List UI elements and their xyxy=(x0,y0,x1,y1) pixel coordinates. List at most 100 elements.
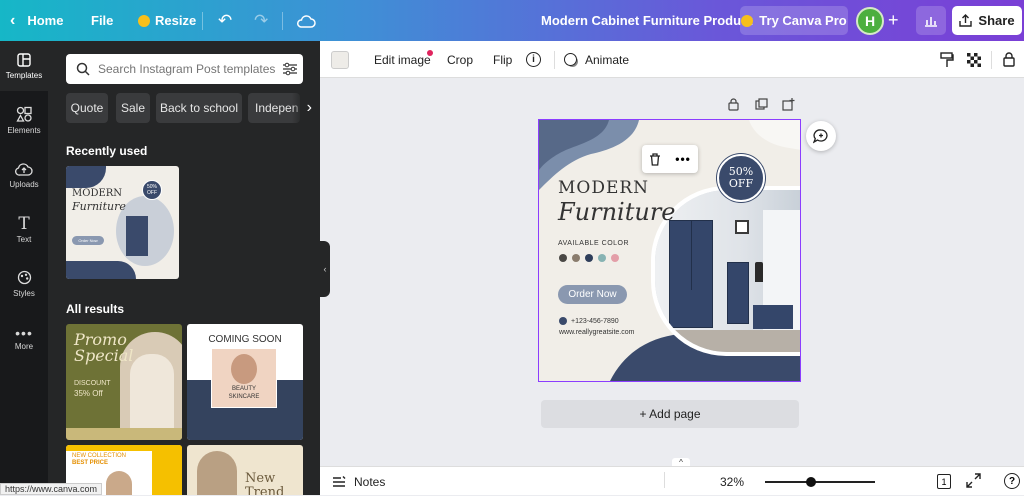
home-button[interactable]: ‹ Home xyxy=(10,0,63,41)
invite-plus-icon[interactable]: + xyxy=(888,0,899,41)
result-text: New xyxy=(245,471,276,486)
zoom-percentage[interactable]: 32% xyxy=(720,467,744,496)
color-swatch xyxy=(572,254,580,262)
cloud-save-icon[interactable] xyxy=(296,0,316,41)
templates-icon xyxy=(17,52,31,67)
insights-button[interactable] xyxy=(916,6,946,35)
filter-icon[interactable] xyxy=(282,62,298,76)
trash-icon[interactable] xyxy=(649,152,661,166)
chip-sale[interactable]: Sale xyxy=(116,93,150,123)
website-text[interactable]: www.reallygreatsite.com xyxy=(559,329,634,336)
notes-label: Notes xyxy=(354,474,386,489)
result-text: BEST PRICE xyxy=(72,460,109,466)
rail-label: Styles xyxy=(13,289,35,298)
template-result[interactable]: COMING SOON BEAUTY SKINCARE xyxy=(187,324,303,440)
edit-image-label: Edit image xyxy=(374,52,431,67)
chevron-left-icon: ‹ xyxy=(10,11,16,29)
zoom-slider-thumb[interactable] xyxy=(806,477,816,487)
share-button[interactable]: Share xyxy=(952,6,1022,35)
duplicate-page-icon[interactable] xyxy=(755,98,768,114)
thumb-button: Order Now xyxy=(72,236,104,245)
element-context-menu: ••• xyxy=(642,145,698,173)
result-text: DISCOUNT xyxy=(74,380,111,387)
search-input[interactable] xyxy=(98,62,278,76)
chip-back-to-school[interactable]: Back to school xyxy=(156,93,242,123)
crown-icon xyxy=(138,14,150,27)
elements-icon xyxy=(16,106,32,122)
design-title[interactable]: MODERN xyxy=(558,178,649,198)
chevron-left-icon: ‹ xyxy=(323,264,327,274)
redo-icon[interactable]: ↷ xyxy=(254,0,268,41)
try-pro-label: Try Canva Pro xyxy=(759,13,847,28)
rail-label: Text xyxy=(16,234,32,244)
result-text: COMING SOON xyxy=(208,334,282,345)
resize-button[interactable]: Resize xyxy=(138,0,196,41)
page-count-button[interactable]: 1 xyxy=(937,474,951,489)
lock-icon[interactable] xyxy=(1003,41,1015,78)
color-swatch-button[interactable] xyxy=(331,51,349,69)
try-canva-pro-button[interactable]: Try Canva Pro xyxy=(740,6,848,35)
recent-template-thumbnail[interactable]: 50% OFF MODERN Furniture Order Now xyxy=(66,166,179,279)
rail-item-styles[interactable]: Styles xyxy=(0,259,48,309)
uploads-icon xyxy=(15,162,33,176)
transparency-icon[interactable] xyxy=(967,41,981,78)
phone-line[interactable]: +123-456-7890 xyxy=(559,317,619,325)
collapse-panel-handle[interactable]: ‹ xyxy=(320,241,330,297)
add-page-button[interactable]: + Add page xyxy=(541,400,799,428)
animate-icon xyxy=(564,53,577,66)
phone-number: +123-456-7890 xyxy=(571,317,619,325)
zoom-slider-track[interactable] xyxy=(765,481,875,483)
copy-style-icon[interactable] xyxy=(940,41,954,78)
left-rail: Templates Elements Uploads T Text Styles… xyxy=(0,41,48,495)
rail-item-templates[interactable]: Templates xyxy=(0,41,48,91)
comment-button[interactable] xyxy=(806,121,836,151)
edit-image-button[interactable]: Edit image xyxy=(374,41,433,78)
rail-item-text[interactable]: T Text xyxy=(0,205,48,255)
comment-icon xyxy=(813,128,828,143)
flip-label: Flip xyxy=(493,52,513,67)
available-color-label[interactable]: AVAILABLE COLOR xyxy=(558,240,629,247)
animate-label: Animate xyxy=(585,52,630,67)
search-box[interactable] xyxy=(66,54,303,84)
flip-button[interactable]: Flip xyxy=(493,41,512,78)
chevron-right-icon[interactable]: › xyxy=(292,93,312,123)
discount-badge[interactable]: 50% OFF xyxy=(717,154,765,202)
notes-button[interactable]: Notes xyxy=(332,467,385,496)
lock-page-icon[interactable] xyxy=(728,98,739,114)
rail-item-more[interactable]: ••• More xyxy=(0,314,48,364)
rail-item-uploads[interactable]: Uploads xyxy=(0,150,48,200)
info-icon[interactable]: i xyxy=(526,41,541,78)
result-text: SKINCARE xyxy=(228,394,260,400)
share-icon xyxy=(959,14,973,27)
crop-button[interactable]: Crop xyxy=(447,41,473,78)
file-menu[interactable]: File xyxy=(91,0,113,41)
thumb-badge: 50% OFF xyxy=(142,180,162,200)
templates-panel: Quote Sale Back to school Indepen › Rece… xyxy=(48,41,320,495)
design-subtitle[interactable]: Furniture xyxy=(558,198,676,226)
furniture-photo[interactable] xyxy=(655,190,800,352)
chip-quote[interactable]: Quote xyxy=(66,93,108,123)
rail-item-elements[interactable]: Elements xyxy=(0,95,48,145)
add-page-icon[interactable] xyxy=(782,98,795,114)
undo-icon[interactable]: ↶ xyxy=(218,0,232,41)
crown-icon xyxy=(741,14,754,27)
order-now-button[interactable]: Order Now xyxy=(558,285,627,304)
phone-icon xyxy=(559,317,567,325)
more-options-icon[interactable]: ••• xyxy=(675,152,691,166)
status-url: https://www.canva.com xyxy=(0,483,103,495)
animate-button[interactable]: Animate xyxy=(564,41,629,78)
rail-label: Uploads xyxy=(9,179,39,189)
fullscreen-icon[interactable] xyxy=(966,473,981,491)
result-text: 35% Off xyxy=(74,389,103,398)
avatar[interactable]: H xyxy=(856,7,884,35)
result-text: Special xyxy=(74,346,134,365)
notes-icon xyxy=(333,475,346,487)
divider xyxy=(554,51,555,69)
template-result[interactable]: Promo Special DISCOUNT 35% Off xyxy=(66,324,182,440)
document-title[interactable]: Modern Cabinet Furniture Product xyxy=(541,0,753,41)
share-label: Share xyxy=(978,13,1015,28)
editor-toolbar: Edit image Crop Flip i Animate xyxy=(320,41,1024,78)
template-result[interactable]: New Trend xyxy=(187,445,303,495)
help-icon[interactable]: ? xyxy=(1004,473,1020,489)
color-swatch xyxy=(585,254,593,262)
